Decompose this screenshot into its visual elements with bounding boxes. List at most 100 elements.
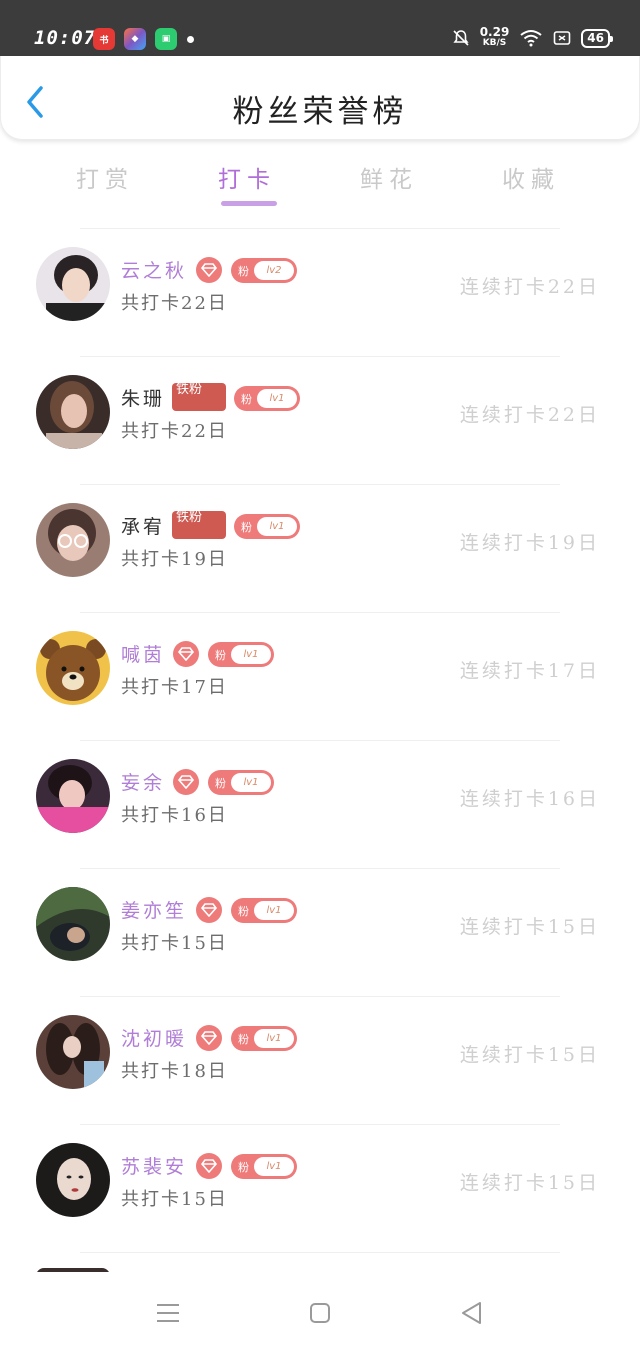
back-triangle-icon[interactable]: [457, 1298, 487, 1328]
fan-level: lv1: [231, 645, 271, 664]
diamond-icon: [201, 1031, 217, 1045]
streak-checkin: 连续打卡15日: [459, 916, 600, 938]
tab-checkin[interactable]: 打卡: [192, 160, 302, 194]
fan-level: lv1: [257, 389, 297, 408]
diamond-badge: [196, 257, 222, 283]
fan-name[interactable]: 沈初暖: [121, 1024, 187, 1051]
total-checkin: 共打卡15日: [121, 933, 228, 954]
page-title: 粉丝荣誉榜: [232, 94, 408, 130]
xiaohongshu-app-icon: 书: [93, 28, 115, 50]
menu-icon[interactable]: [153, 1298, 183, 1328]
streak-checkin: 连续打卡22日: [459, 404, 600, 426]
net-speed-unit: KB/S: [482, 38, 507, 48]
sim-card-icon: [553, 31, 571, 45]
mute-bell-icon: [453, 30, 469, 46]
total-checkin: 共打卡18日: [121, 1061, 228, 1082]
diamond-badge: [196, 1025, 222, 1051]
list-item[interactable]: 云之秋 粉 lv2 共打卡22日 连续打卡22日: [0, 228, 640, 356]
avatar: [36, 631, 110, 705]
list-item[interactable]: 朱珊 铁粉 粉 lv1 共打卡22日 连续打卡22日: [0, 356, 640, 484]
fan-level-badge: 粉 lv1: [231, 1026, 297, 1051]
fan-level-badge: 粉 lv1: [208, 770, 274, 795]
multicolor-app-icon: ◆: [124, 28, 146, 50]
avatar: [36, 887, 110, 961]
list-item[interactable]: 承宥 铁粉 粉 lv1 共打卡19日 连续打卡19日: [0, 484, 640, 612]
tab-favorites[interactable]: 收藏: [476, 160, 586, 194]
fan-level-badge: 粉 lv1: [234, 386, 300, 411]
avatar-image: [36, 503, 110, 577]
active-tab-indicator: [221, 201, 277, 206]
total-checkin: 共打卡19日: [121, 549, 228, 570]
fan-label: 粉: [215, 776, 226, 790]
net-speed-value: 0.29: [479, 25, 510, 39]
header: 粉丝荣誉榜: [0, 56, 640, 140]
avatar-image: [36, 759, 110, 833]
list-item[interactable]: 沈初暖 粉 lv1 共打卡18日 连续打卡15日: [0, 996, 640, 1124]
fan-label: 粉: [215, 648, 226, 662]
fan-name[interactable]: 承宥: [121, 512, 165, 539]
fan-level-badge: 粉 lv1: [231, 1154, 297, 1179]
divider: [80, 1252, 560, 1253]
fan-name[interactable]: 朱珊: [121, 384, 165, 411]
wifi-icon: [520, 30, 542, 47]
streak-checkin: 连续打卡16日: [459, 788, 600, 810]
fan-name[interactable]: 苏裴安: [121, 1152, 187, 1179]
avatar-image: [36, 631, 110, 705]
total-checkin: 共打卡17日: [121, 677, 228, 698]
fan-label: 粉: [241, 520, 252, 534]
fan-label: 粉: [238, 1160, 249, 1174]
fan-level: lv1: [257, 517, 297, 536]
diamond-icon: [201, 1159, 217, 1173]
avatar-image: [36, 887, 110, 961]
fan-level-badge: 粉 lv2: [231, 258, 297, 283]
status-time: 10:07: [34, 27, 97, 49]
avatar-image: [36, 247, 110, 321]
status-bar: 10:07 书 ◆ ▣ 0.29 KB/S 46: [0, 0, 640, 56]
list-item[interactable]: 喊茵 粉 lv1 共打卡17日 连续打卡17日: [0, 612, 640, 740]
avatar: [36, 375, 110, 449]
home-square-icon[interactable]: [305, 1298, 335, 1328]
fan-label: 粉: [241, 392, 252, 406]
total-checkin: 共打卡16日: [121, 805, 228, 826]
title-badge: 铁粉: [172, 511, 226, 539]
list-item[interactable]: 妄余 粉 lv1 共打卡16日 连续打卡16日: [0, 740, 640, 868]
fan-label: 粉: [238, 904, 249, 918]
fan-level: lv2: [254, 261, 294, 280]
avatar: [36, 1015, 110, 1089]
tab-reward[interactable]: 打赏: [50, 160, 160, 194]
battery-indicator: 46: [581, 28, 613, 48]
list-item[interactable]: 苏裴安 粉 lv1 共打卡15日 连续打卡15日: [0, 1124, 640, 1252]
battery-level: 46: [587, 30, 604, 45]
diamond-badge: [173, 641, 199, 667]
fan-name[interactable]: 喊茵: [121, 640, 165, 667]
total-checkin: 共打卡15日: [121, 1189, 228, 1210]
title-badge: 铁粉: [172, 383, 226, 411]
streak-checkin: 连续打卡19日: [459, 532, 600, 554]
fan-level: lv1: [254, 1157, 294, 1176]
avatar: [36, 247, 110, 321]
avatar: [36, 503, 110, 577]
streak-checkin: 连续打卡17日: [459, 660, 600, 682]
diamond-icon: [178, 775, 194, 789]
fan-name[interactable]: 姜亦笙: [121, 896, 187, 923]
streak-checkin: 连续打卡15日: [459, 1172, 600, 1194]
diamond-badge: [173, 769, 199, 795]
diamond-badge: [196, 897, 222, 923]
system-nav-bar: [0, 1272, 640, 1351]
avatar: [36, 1143, 110, 1217]
total-checkin: 共打卡22日: [121, 421, 228, 442]
list-item[interactable]: 姜亦笙 粉 lv1 共打卡15日 连续打卡15日: [0, 868, 640, 996]
diamond-icon: [201, 263, 217, 277]
streak-checkin: 连续打卡22日: [459, 276, 600, 298]
fan-label: 粉: [238, 264, 249, 278]
green-app-icon: ▣: [155, 28, 177, 50]
fan-name[interactable]: 云之秋: [121, 256, 187, 283]
diamond-badge: [196, 1153, 222, 1179]
avatar-image: [36, 1143, 110, 1217]
total-checkin: 共打卡22日: [121, 293, 228, 314]
fan-name[interactable]: 妄余: [121, 768, 165, 795]
streak-checkin: 连续打卡15日: [459, 1044, 600, 1066]
fan-level: lv1: [254, 901, 294, 920]
tab-flowers[interactable]: 鲜花: [334, 160, 444, 194]
fan-level: lv1: [254, 1029, 294, 1048]
